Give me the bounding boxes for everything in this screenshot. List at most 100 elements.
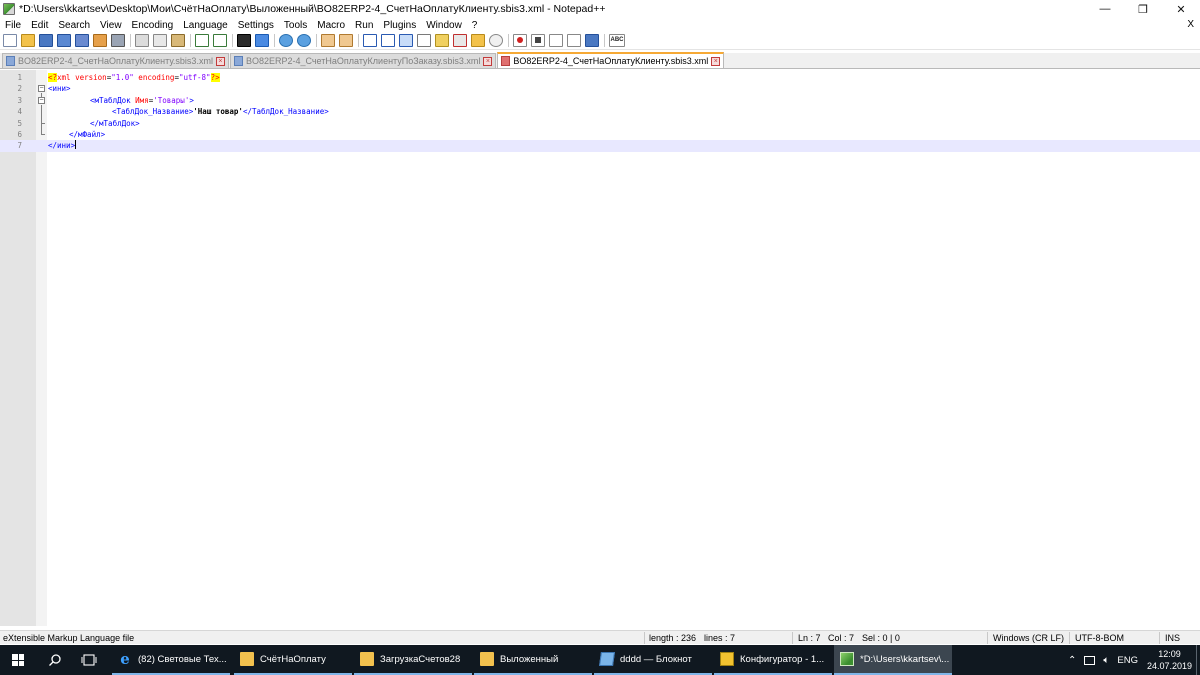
- toolbar-separator: [508, 34, 509, 47]
- redo-icon[interactable]: [213, 34, 227, 47]
- menu-search[interactable]: Search: [53, 20, 95, 31]
- task-view-button[interactable]: [72, 645, 106, 675]
- code-text[interactable]: <мТаблДок Имя='Товары'>: [90, 95, 194, 106]
- menu-window[interactable]: Window: [421, 20, 467, 31]
- show-all-chars-icon[interactable]: [381, 34, 395, 47]
- menu-language[interactable]: Language: [178, 20, 233, 31]
- sync-vertical-icon[interactable]: [321, 34, 335, 47]
- zoom-in-icon[interactable]: [279, 34, 293, 47]
- tab-close-icon[interactable]: ×: [711, 56, 721, 66]
- code-text[interactable]: <ТаблДок_Название>'Наш товар'</ТаблДок_Н…: [112, 106, 329, 117]
- doc-map-icon[interactable]: [435, 34, 449, 47]
- menu-macro[interactable]: Macro: [312, 20, 350, 31]
- window-title: *D:\Users\kkartsev\Desktop\Мои\СчётНаОпл…: [19, 3, 606, 15]
- play-macro-icon[interactable]: [549, 34, 563, 47]
- code-text[interactable]: <ини>: [48, 83, 71, 94]
- search-button[interactable]: [38, 645, 72, 675]
- menu-encoding[interactable]: Encoding: [127, 20, 179, 31]
- close-icon[interactable]: [75, 34, 89, 47]
- start-button[interactable]: [0, 645, 36, 675]
- undo-icon[interactable]: [195, 34, 209, 47]
- clock[interactable]: 12:09 24.07.2019: [1147, 648, 1192, 672]
- status-insert-mode[interactable]: INS: [1165, 631, 1180, 645]
- zoom-out-icon[interactable]: [297, 34, 311, 47]
- document-tabs: BO82ERP2-4_СчетНаОплатуКлиенту.sbis3.xml…: [0, 52, 1200, 69]
- folder-workspace-icon[interactable]: [471, 34, 485, 47]
- save-all-icon[interactable]: [57, 34, 71, 47]
- taskbar-item-folder-1[interactable]: СчётНаОплату: [234, 645, 352, 675]
- code-line[interactable]: 3 <мТаблДок Имя='Товары'>: [0, 95, 1200, 106]
- fold-toggle-icon[interactable]: −: [38, 85, 45, 92]
- open-file-icon[interactable]: [21, 34, 35, 47]
- taskbar-item-folder-3[interactable]: Выложенный: [474, 645, 592, 675]
- maximize-button[interactable]: ❐: [1124, 0, 1162, 18]
- taskbar-item-folder-2[interactable]: ЗагрузкаСчетов28: [354, 645, 472, 675]
- code-line[interactable]: 4 <ТаблДок_Название>'Наш товар'</ТаблДок…: [0, 106, 1200, 117]
- save-macro-icon[interactable]: [585, 34, 599, 47]
- taskbar-item-notepadpp[interactable]: *D:\Users\kkartsev\...: [834, 645, 952, 675]
- menu-edit[interactable]: Edit: [26, 20, 53, 31]
- code-line[interactable]: 6 </мФайл>: [0, 129, 1200, 140]
- paste-icon[interactable]: [171, 34, 185, 47]
- search-icon: [49, 654, 61, 666]
- monitoring-icon[interactable]: [489, 34, 503, 47]
- lang-define-icon[interactable]: [417, 34, 431, 47]
- replace-icon[interactable]: [255, 34, 269, 47]
- menu-tools[interactable]: Tools: [279, 20, 312, 31]
- code-text[interactable]: </мФайл>: [69, 129, 105, 140]
- cut-icon[interactable]: [135, 34, 149, 47]
- find-icon[interactable]: [237, 34, 251, 47]
- code-line[interactable]: 2 <ини>: [0, 83, 1200, 94]
- save-icon[interactable]: [39, 34, 53, 47]
- menu-help[interactable]: ?: [467, 20, 483, 31]
- taskbar-item-label: Конфигуратор - 1...: [740, 653, 825, 665]
- tab-close-icon[interactable]: ×: [483, 56, 493, 66]
- function-list-icon[interactable]: [453, 34, 467, 47]
- status-divider: [792, 632, 793, 644]
- menu-settings[interactable]: Settings: [233, 20, 279, 31]
- show-desktop-button[interactable]: [1196, 645, 1200, 675]
- stop-record-icon[interactable]: [531, 34, 545, 47]
- language-indicator[interactable]: ENG: [1117, 655, 1138, 666]
- tab-document-3[interactable]: BO82ERP2-4_СчетНаОплатуКлиенту.sbis3.xml…: [497, 52, 725, 68]
- code-text[interactable]: </ини>: [48, 140, 77, 151]
- spell-check-icon[interactable]: ABC: [609, 34, 625, 47]
- print-icon[interactable]: [111, 34, 125, 47]
- xml-decl-close: ?>: [210, 73, 220, 82]
- word-wrap-icon[interactable]: [363, 34, 377, 47]
- tab-close-icon[interactable]: ×: [215, 56, 225, 66]
- network-icon[interactable]: [1084, 655, 1096, 665]
- fold-toggle-icon[interactable]: −: [38, 96, 45, 104]
- code-line[interactable]: 5 </мТаблДок>: [0, 118, 1200, 129]
- menu-plugins[interactable]: Plugins: [378, 20, 421, 31]
- taskbar-item-notepad[interactable]: dddd — Блокнот: [594, 645, 712, 675]
- code-text[interactable]: <?xml version="1.0" encoding="utf-8"?>: [48, 72, 220, 83]
- code-line-current[interactable]: 7 </ини>: [0, 140, 1200, 152]
- indent-guide-icon[interactable]: [399, 34, 413, 47]
- notepad-icon: [599, 652, 615, 666]
- menu-view[interactable]: View: [95, 20, 127, 31]
- menu-run[interactable]: Run: [350, 20, 378, 31]
- status-encoding[interactable]: UTF-8-BOM: [1075, 631, 1124, 645]
- editor-area[interactable]: 1 <?xml version="1.0" encoding="utf-8"?>…: [0, 70, 1200, 626]
- close-document-button[interactable]: X: [1187, 18, 1194, 32]
- close-all-icon[interactable]: [93, 34, 107, 47]
- tab-document-1[interactable]: BO82ERP2-4_СчетНаОплатуКлиенту.sbis3.xml…: [2, 53, 229, 68]
- code-line[interactable]: 1 <?xml version="1.0" encoding="utf-8"?>: [0, 72, 1200, 83]
- record-macro-icon[interactable]: [513, 34, 527, 47]
- new-file-icon[interactable]: [3, 34, 17, 47]
- sync-horizontal-icon[interactable]: [339, 34, 353, 47]
- code-text[interactable]: </мТаблДок>: [90, 118, 140, 129]
- taskbar-item-1c[interactable]: Конфигуратор - 1...: [714, 645, 832, 675]
- status-eol[interactable]: Windows (CR LF): [993, 631, 1064, 645]
- copy-icon[interactable]: [153, 34, 167, 47]
- chevron-up-icon[interactable]: ⌃: [1068, 655, 1076, 666]
- speaker-icon[interactable]: 🔈︎: [1103, 655, 1109, 666]
- taskbar-item-label: Выложенный: [500, 653, 559, 665]
- tab-document-2[interactable]: BO82ERP2-4_СчетНаОплатуКлиентуПоЗаказу.s…: [229, 53, 497, 68]
- taskbar-item-browser[interactable]: e (82) Световые Тех...: [112, 645, 230, 675]
- close-window-button[interactable]: ✕: [1162, 0, 1200, 18]
- menu-file[interactable]: File: [0, 20, 26, 31]
- run-macro-multiple-icon[interactable]: [567, 34, 581, 47]
- minimize-button[interactable]: —: [1086, 0, 1124, 18]
